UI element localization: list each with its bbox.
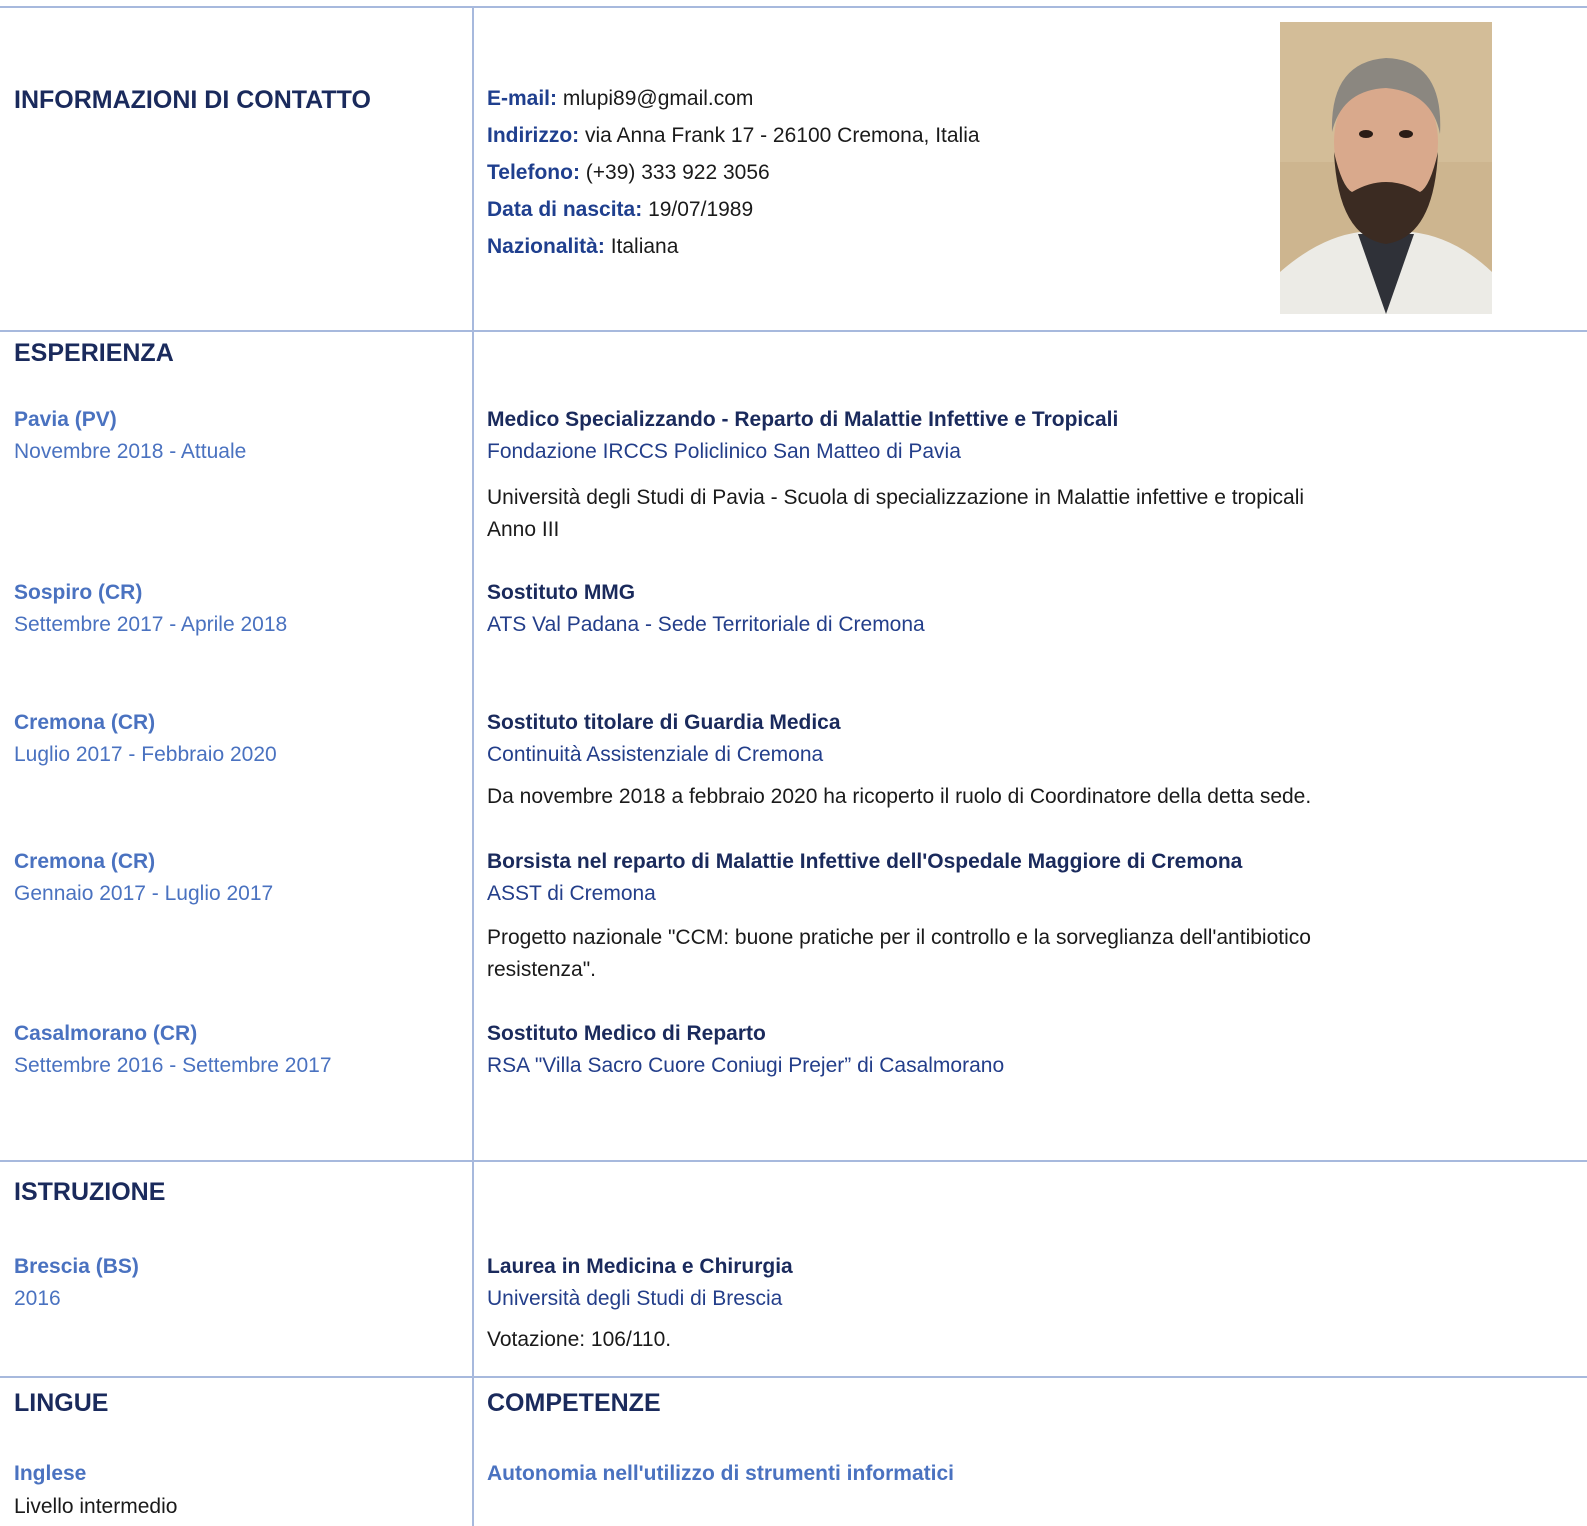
entry-place: Sospiro (CR) [14,581,143,604]
description-line: Votazione: 106/110. [487,1328,672,1351]
entry-organization: RSA "Villa Sacro Cuore Coniugi Prejer” d… [487,1054,1005,1077]
phone-value: (+39) 333 922 3056 [585,161,770,184]
entry-place: Cremona (CR) [14,850,156,873]
language-level: Livello intermedio [14,1495,178,1518]
email-label: E-mail: [487,87,558,110]
entry-role: Sostituto titolare di Guardia Medica [487,711,841,734]
address-label: Indirizzo: [487,124,580,147]
language-name: Inglese [14,1462,87,1485]
entry-description: Progetto nazionale "CCM: buone pratiche … [487,922,1487,986]
nationality-row: Nazionalità: Italiana [487,228,980,265]
entry-date: Settembre 2017 - Aprile 2018 [14,613,288,636]
entry-role: Sostituto MMG [487,581,636,604]
description-line: resistenza". [487,958,596,981]
email-row: E-mail: mlupi89@gmail.com [487,80,980,117]
divider-languages [0,1376,1587,1378]
entry-place: Cremona (CR) [14,711,156,734]
entry-description: Votazione: 106/110. [487,1324,1487,1356]
entry-role: Sostituto Medico di Reparto [487,1022,766,1045]
profile-photo [1280,22,1492,314]
column-divider [472,6,474,1526]
entry-place: Pavia (PV) [14,408,117,431]
entry-date: Luglio 2017 - Febbraio 2020 [14,743,277,766]
entry-date: Novembre 2018 - Attuale [14,440,247,463]
nationality-value: Italiana [610,235,679,258]
entry-date: Settembre 2016 - Settembre 2017 [14,1054,332,1077]
entry-organization: ASST di Cremona [487,882,656,905]
entry-date: 2016 [14,1287,61,1310]
description-line: Università degli Studi di Pavia - Scuola… [487,486,1305,509]
skills-section-title: COMPETENZE [487,1389,661,1417]
languages-section-title: LINGUE [14,1389,109,1417]
entry-place: Brescia (BS) [14,1255,139,1278]
entry-organization: Fondazione IRCCS Policlinico San Matteo … [487,440,961,463]
birth-row: Data di nascita: 19/07/1989 [487,191,980,228]
entry-role: Laurea in Medicina e Chirurgia [487,1255,793,1278]
entry-organization: Continuità Assistenziale di Cremona [487,743,824,766]
divider-education [0,1160,1587,1162]
divider-experience [0,330,1587,332]
entry-role: Medico Specializzando - Reparto di Malat… [487,408,1119,431]
contact-info: E-mail: mlupi89@gmail.com Indirizzo: via… [487,80,980,265]
entry-description: Università degli Studi di Pavia - Scuola… [487,482,1487,546]
entry-organization: Università degli Studi di Brescia [487,1287,783,1310]
experience-section-title: ESPERIENZA [14,339,174,367]
entry-organization: ATS Val Padana - Sede Territoriale di Cr… [487,613,925,636]
entry-place: Casalmorano (CR) [14,1022,198,1045]
entry-role: Borsista nel reparto di Malattie Infetti… [487,850,1243,873]
description-line: Anno III [487,518,560,541]
top-border [0,6,1587,8]
phone-row: Telefono: (+39) 333 922 3056 [487,154,980,191]
birth-value: 19/07/1989 [648,198,754,221]
phone-label: Telefono: [487,161,580,184]
skill-name: Autonomia nell'utilizzo di strumenti inf… [487,1462,955,1485]
address-row: Indirizzo: via Anna Frank 17 - 26100 Cre… [487,117,980,154]
address-value: via Anna Frank 17 - 26100 Cremona, Itali… [585,124,980,147]
entry-date: Gennaio 2017 - Luglio 2017 [14,882,274,905]
email-value[interactable]: mlupi89@gmail.com [563,87,754,110]
contact-section-title: INFORMAZIONI DI CONTATTO [14,86,371,114]
nationality-label: Nazionalità: [487,235,605,258]
birth-label: Data di nascita: [487,198,643,221]
description-line: Progetto nazionale "CCM: buone pratiche … [487,926,1311,949]
entry-description: Da novembre 2018 a febbraio 2020 ha rico… [487,781,1487,813]
education-section-title: ISTRUZIONE [14,1178,166,1206]
description-line: Da novembre 2018 a febbraio 2020 ha rico… [487,785,1312,808]
